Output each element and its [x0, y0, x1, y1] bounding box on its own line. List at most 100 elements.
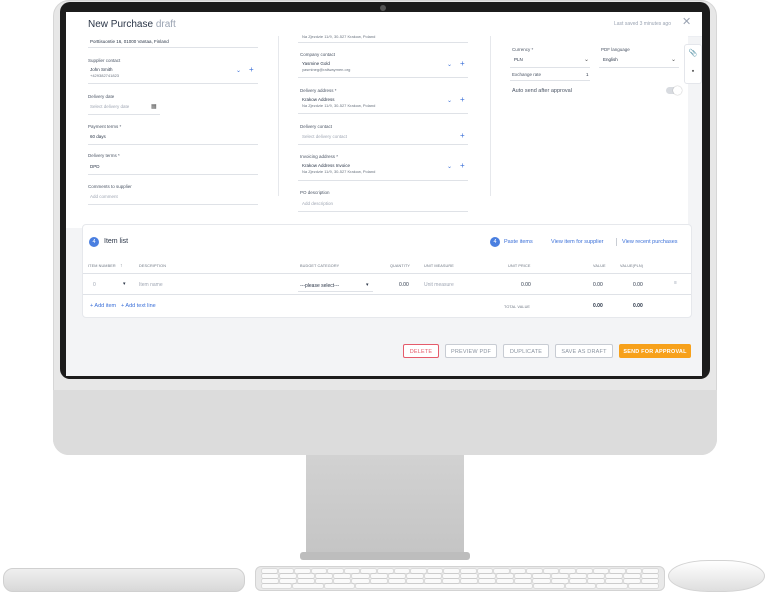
comments-label: Comments to supplier [88, 184, 132, 189]
delivery-contact-label: Delivery contact [300, 124, 333, 129]
col-unit-measure: UNIT MEASURE [424, 264, 454, 268]
col-quantity: QUANTITY [390, 264, 410, 268]
chevron-down-icon[interactable]: ⌄ [671, 56, 676, 63]
quantity-input[interactable]: 0.00 [399, 282, 409, 288]
view-recent-purchases-link[interactable]: View recent purchases [622, 239, 678, 245]
divider [88, 47, 258, 48]
add-delivery-contact-icon[interactable]: + [460, 132, 465, 140]
divider [298, 113, 468, 114]
invoicing-address-name[interactable]: Krakow Address Invoice [302, 163, 350, 168]
chevron-down-icon[interactable]: ⌄ [236, 67, 241, 74]
add-supplier-contact-icon[interactable]: + [249, 66, 254, 74]
unit-measure-input[interactable]: Unit measure [424, 282, 454, 288]
item-number-input[interactable]: 0 [93, 282, 96, 288]
delivery-terms-value[interactable]: DPD [90, 164, 100, 169]
monitor-stand-foot [300, 552, 470, 560]
calendar-icon[interactable]: ▦ [151, 103, 157, 110]
delivery-terms-label: Delivery terms * [88, 153, 120, 158]
item-list-card: 4 Item list 4 Paste items View item for … [82, 224, 692, 318]
monitor-chin [53, 390, 717, 455]
mouse [668, 560, 765, 592]
pdf-language-label: PDF language [601, 47, 630, 52]
chevron-down-icon[interactable]: ⌄ [584, 56, 589, 63]
divider [298, 144, 468, 145]
budget-category-select[interactable]: ---please select--- [300, 283, 339, 289]
col-item-number[interactable]: ITEM NUMBER [88, 264, 116, 268]
row-menu-icon[interactable]: ≡ [674, 280, 677, 286]
divider [510, 80, 590, 81]
col-budget-category: BUDGET CATEGORY [300, 264, 340, 268]
divider [298, 42, 468, 43]
app-screen: New Purchase draft Last saved 3 minutes … [66, 12, 702, 376]
sort-arrow-icon[interactable]: ↑ [120, 263, 123, 269]
divider [510, 67, 590, 68]
value-pln-cell: 0.00 [633, 282, 643, 288]
delete-button[interactable]: DELETE [403, 344, 439, 358]
add-delivery-address-icon[interactable]: + [460, 96, 465, 104]
col-value: VALUE [593, 264, 606, 268]
total-value: 0.00 [593, 303, 603, 309]
view-item-for-supplier-link[interactable]: View item for supplier [551, 239, 603, 245]
auto-send-toggle[interactable] [666, 86, 682, 95]
paste-count-badge: 4 [490, 237, 500, 247]
column-divider [278, 36, 279, 196]
col-unit-price: UNIT PRICE [508, 264, 531, 268]
divider [298, 180, 468, 181]
item-number-caret-icon[interactable]: ▾ [123, 281, 126, 287]
add-invoicing-address-icon[interactable]: + [460, 162, 465, 170]
trackpad [3, 568, 245, 592]
send-for-approval-button[interactable]: SEND FOR APPROVAL [619, 344, 691, 358]
supplier-address: Porttisuontie 16, 01000 Vantaa, Finland [90, 39, 169, 44]
duplicate-button[interactable]: DUPLICATE [503, 344, 549, 358]
add-text-line-link[interactable]: + Add text line [121, 303, 156, 309]
chevron-down-icon[interactable]: ⌄ [447, 163, 452, 170]
top-bar: New Purchase draft Last saved 3 minutes … [66, 12, 702, 37]
supplier-contact-phone: +429382741823 [90, 73, 120, 78]
divider [88, 144, 258, 145]
caret-down-icon[interactable]: ▾ [366, 282, 369, 288]
company-contact-email: yasmineg@railwaymen.org [302, 67, 351, 72]
company-top-address: Na Zjezdzie 11/9, 30-527 Krakow, Poland [302, 34, 376, 39]
comments-input[interactable]: Add comment [90, 194, 118, 199]
payment-terms-value[interactable]: 60 days [90, 134, 106, 139]
delivery-date-input[interactable]: Select delivery date [90, 104, 129, 109]
add-company-contact-icon[interactable]: + [460, 60, 465, 68]
pdf-language-select[interactable]: English [603, 57, 618, 62]
item-count-badge: 4 [89, 237, 99, 247]
last-saved-text: Last saved 3 minutes ago [614, 21, 671, 27]
exchange-rate-value[interactable]: 1 [586, 72, 589, 77]
item-name-input[interactable]: Item name [139, 282, 163, 288]
divider [83, 273, 691, 274]
delivery-date-label: Delivery date [88, 94, 115, 99]
col-description: DESCRIPTION [139, 264, 167, 268]
currency-select[interactable]: PLN [514, 57, 523, 62]
side-tools: 📎 ▪ [684, 44, 702, 84]
divider [88, 83, 258, 84]
add-item-link[interactable]: + Add item [90, 303, 116, 309]
po-description-input[interactable]: Add description [302, 201, 333, 206]
divider [88, 204, 258, 205]
supplier-contact-name[interactable]: John Smith [90, 67, 113, 72]
delivery-contact-input[interactable]: Select delivery contact [302, 134, 347, 139]
link-separator [616, 238, 617, 246]
divider [298, 291, 373, 292]
divider [83, 294, 691, 295]
divider [88, 174, 258, 175]
purchase-form: Porttisuontie 16, 01000 Vantaa, Finland … [66, 34, 688, 228]
monitor-stand [306, 455, 464, 559]
po-description-label: PO description [300, 190, 330, 195]
paste-items-link[interactable]: Paste items [504, 239, 533, 245]
save-as-draft-button[interactable]: SAVE AS DRAFT [555, 344, 613, 358]
preview-pdf-button[interactable]: PREVIEW PDF [445, 344, 497, 358]
paperclip-icon[interactable]: 📎 [685, 45, 701, 63]
company-contact-name[interactable]: Yasmine Gold [302, 61, 330, 66]
chevron-down-icon[interactable]: ⌄ [447, 97, 452, 104]
title-text: New Purchase [88, 19, 154, 30]
close-icon[interactable]: ✕ [682, 17, 691, 28]
divider [88, 114, 160, 115]
invoicing-address-line: Na Zjezdzie 11/9, 30-527 Krakow, Poland [302, 169, 376, 174]
unit-price-input[interactable]: 0.00 [521, 282, 531, 288]
chevron-down-icon[interactable]: ⌄ [447, 61, 452, 68]
chat-icon[interactable]: ▪ [685, 63, 701, 81]
delivery-address-name[interactable]: Krakow Address [302, 97, 335, 102]
